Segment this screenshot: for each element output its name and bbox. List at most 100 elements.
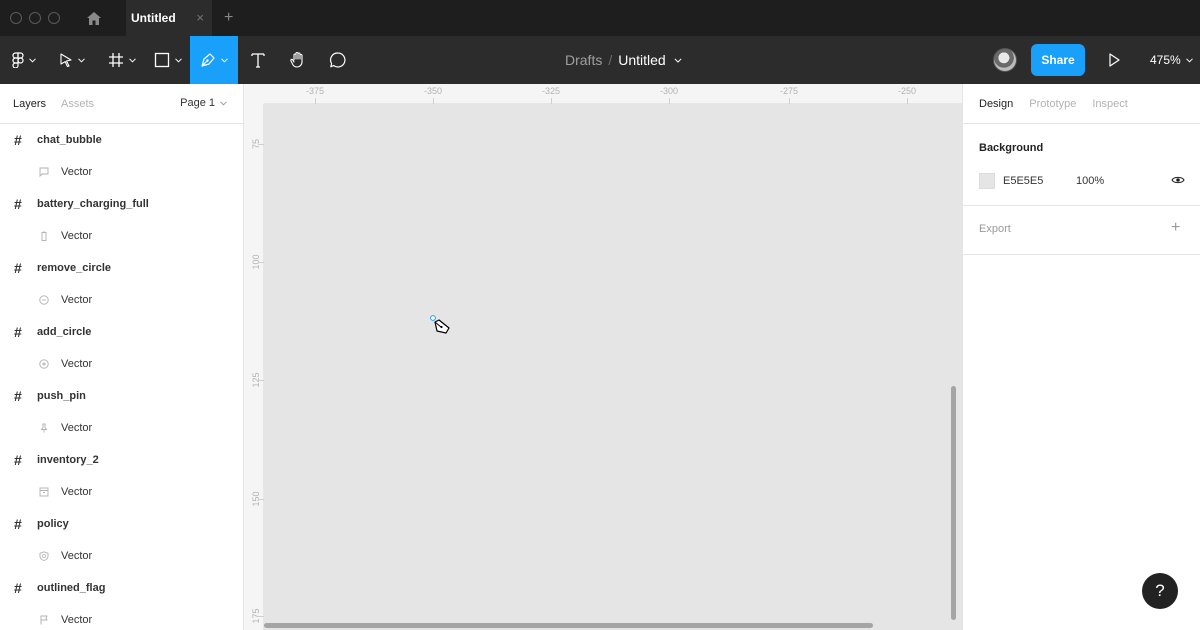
layer-name: outlined_flag — [37, 582, 106, 594]
ruler-label: -375 — [305, 86, 325, 96]
frame-icon: # — [14, 452, 22, 468]
pointer-icon — [60, 53, 72, 67]
text-icon — [251, 53, 265, 68]
layer-frame[interactable]: # battery_charging_full — [0, 188, 243, 220]
canvas[interactable]: -375 -350 -325 -300 -275 -250 75 100 125… — [244, 84, 962, 630]
layer-name: Vector — [61, 486, 93, 498]
layer-vector[interactable]: Vector — [0, 540, 243, 572]
breadcrumb-separator: / — [608, 52, 613, 68]
chevron-down-icon — [78, 57, 85, 63]
chevron-down-icon[interactable] — [674, 57, 682, 63]
layer-vector[interactable]: Vector — [0, 412, 243, 444]
comment-tool-button[interactable] — [324, 36, 352, 84]
properties-panel: Design Prototype Inspect Background E5E5… — [962, 84, 1200, 630]
page-selector-label: Page 1 — [180, 97, 215, 109]
layer-frame[interactable]: # outlined_flag — [0, 572, 243, 604]
title-bar: Untitled × + — [0, 0, 1200, 36]
new-tab-icon[interactable]: + — [224, 10, 233, 26]
window-controls — [10, 12, 60, 24]
push-pin-icon — [40, 423, 48, 433]
layer-name: policy — [37, 518, 69, 530]
background-title: Background — [979, 142, 1044, 154]
policy-icon — [39, 551, 49, 561]
hand-icon — [290, 51, 303, 68]
main-menu-button[interactable] — [4, 36, 44, 84]
layer-name: Vector — [61, 614, 93, 626]
export-title: Export — [979, 223, 1011, 235]
layer-name: Vector — [61, 230, 93, 242]
page-selector[interactable]: Page 1 — [180, 97, 227, 109]
ruler-left[interactable]: 75 100 125 150 175 — [244, 104, 264, 630]
zoom-menu[interactable]: 475% — [1150, 36, 1193, 84]
ruler-label: -350 — [423, 86, 443, 96]
pen-cursor-icon — [430, 315, 450, 334]
play-icon[interactable] — [1107, 52, 1121, 68]
layer-name: Vector — [61, 550, 93, 562]
layer-frame[interactable]: # remove_circle — [0, 252, 243, 284]
layer-vector[interactable]: Vector — [0, 604, 243, 630]
frame-tool-button[interactable] — [102, 36, 142, 84]
layer-frame[interactable]: # add_circle — [0, 316, 243, 348]
properties-tabs: Design Prototype Inspect — [963, 84, 1200, 124]
layer-frame[interactable]: # push_pin — [0, 380, 243, 412]
battery-icon — [41, 231, 47, 241]
layer-vector[interactable]: Vector — [0, 284, 243, 316]
file-name[interactable]: Untitled — [618, 52, 665, 68]
ruler-label: -325 — [541, 86, 561, 96]
tab-prototype[interactable]: Prototype — [1029, 98, 1076, 110]
frame-icon: # — [14, 260, 22, 276]
tab-inspect[interactable]: Inspect — [1092, 98, 1127, 110]
background-section: Background E5E5E5 100% — [963, 124, 1200, 206]
tab-design[interactable]: Design — [979, 98, 1013, 110]
layer-frame[interactable]: # inventory_2 — [0, 444, 243, 476]
layer-frame[interactable]: # policy — [0, 508, 243, 540]
frame-icon: # — [14, 196, 22, 212]
background-color-swatch[interactable] — [979, 173, 995, 189]
tab-untitled[interactable]: Untitled × — [126, 0, 212, 36]
shape-tool-button[interactable] — [148, 36, 188, 84]
layer-name: chat_bubble — [37, 134, 102, 146]
move-tool-button[interactable] — [52, 36, 92, 84]
add-export-icon[interactable]: + — [1171, 220, 1180, 236]
breadcrumb-drafts[interactable]: Drafts — [565, 52, 602, 68]
remove-circle-icon — [39, 295, 49, 305]
layer-name: battery_charging_full — [37, 198, 149, 210]
layer-name: Vector — [61, 422, 93, 434]
add-circle-icon — [39, 359, 49, 369]
text-tool-button[interactable] — [244, 36, 272, 84]
layer-name: inventory_2 — [37, 454, 99, 466]
layer-vector[interactable]: Vector — [0, 476, 243, 508]
vertical-scrollbar[interactable] — [951, 386, 956, 620]
maximize-window-button[interactable] — [48, 12, 60, 24]
help-button[interactable]: ? — [1142, 573, 1178, 609]
tab-layers[interactable]: Layers — [13, 98, 46, 110]
layer-name: Vector — [61, 358, 93, 370]
export-section: Export + — [963, 206, 1200, 255]
rectangle-icon — [154, 52, 170, 68]
pen-tool-button[interactable] — [190, 36, 238, 84]
horizontal-scrollbar[interactable] — [264, 623, 873, 628]
chat-bubble-icon — [39, 167, 49, 177]
eye-icon[interactable] — [1171, 175, 1185, 185]
avatar[interactable] — [993, 48, 1017, 72]
share-button[interactable]: Share — [1031, 44, 1085, 76]
background-opacity-field[interactable]: 100% — [1076, 175, 1104, 187]
tab-assets[interactable]: Assets — [61, 98, 94, 110]
tab-close-icon[interactable]: × — [196, 10, 204, 25]
layer-frame[interactable]: # chat_bubble — [0, 124, 243, 156]
chevron-down-icon — [129, 57, 136, 63]
background-hex-field[interactable]: E5E5E5 — [1003, 175, 1043, 187]
layers-panel: Layers Assets Page 1 # chat_bubble Vector… — [0, 84, 244, 630]
frame-icon: # — [14, 516, 22, 532]
layer-vector[interactable]: Vector — [0, 348, 243, 380]
chevron-down-icon — [175, 57, 182, 63]
home-icon[interactable] — [86, 10, 102, 26]
frame-icon: # — [14, 324, 22, 340]
hand-tool-button[interactable] — [284, 36, 312, 84]
ruler-top[interactable]: -375 -350 -325 -300 -275 -250 — [264, 84, 962, 104]
layer-vector[interactable]: Vector — [0, 220, 243, 252]
minimize-window-button[interactable] — [29, 12, 41, 24]
close-window-button[interactable] — [10, 12, 22, 24]
comment-icon — [330, 52, 346, 68]
layer-vector[interactable]: Vector — [0, 156, 243, 188]
